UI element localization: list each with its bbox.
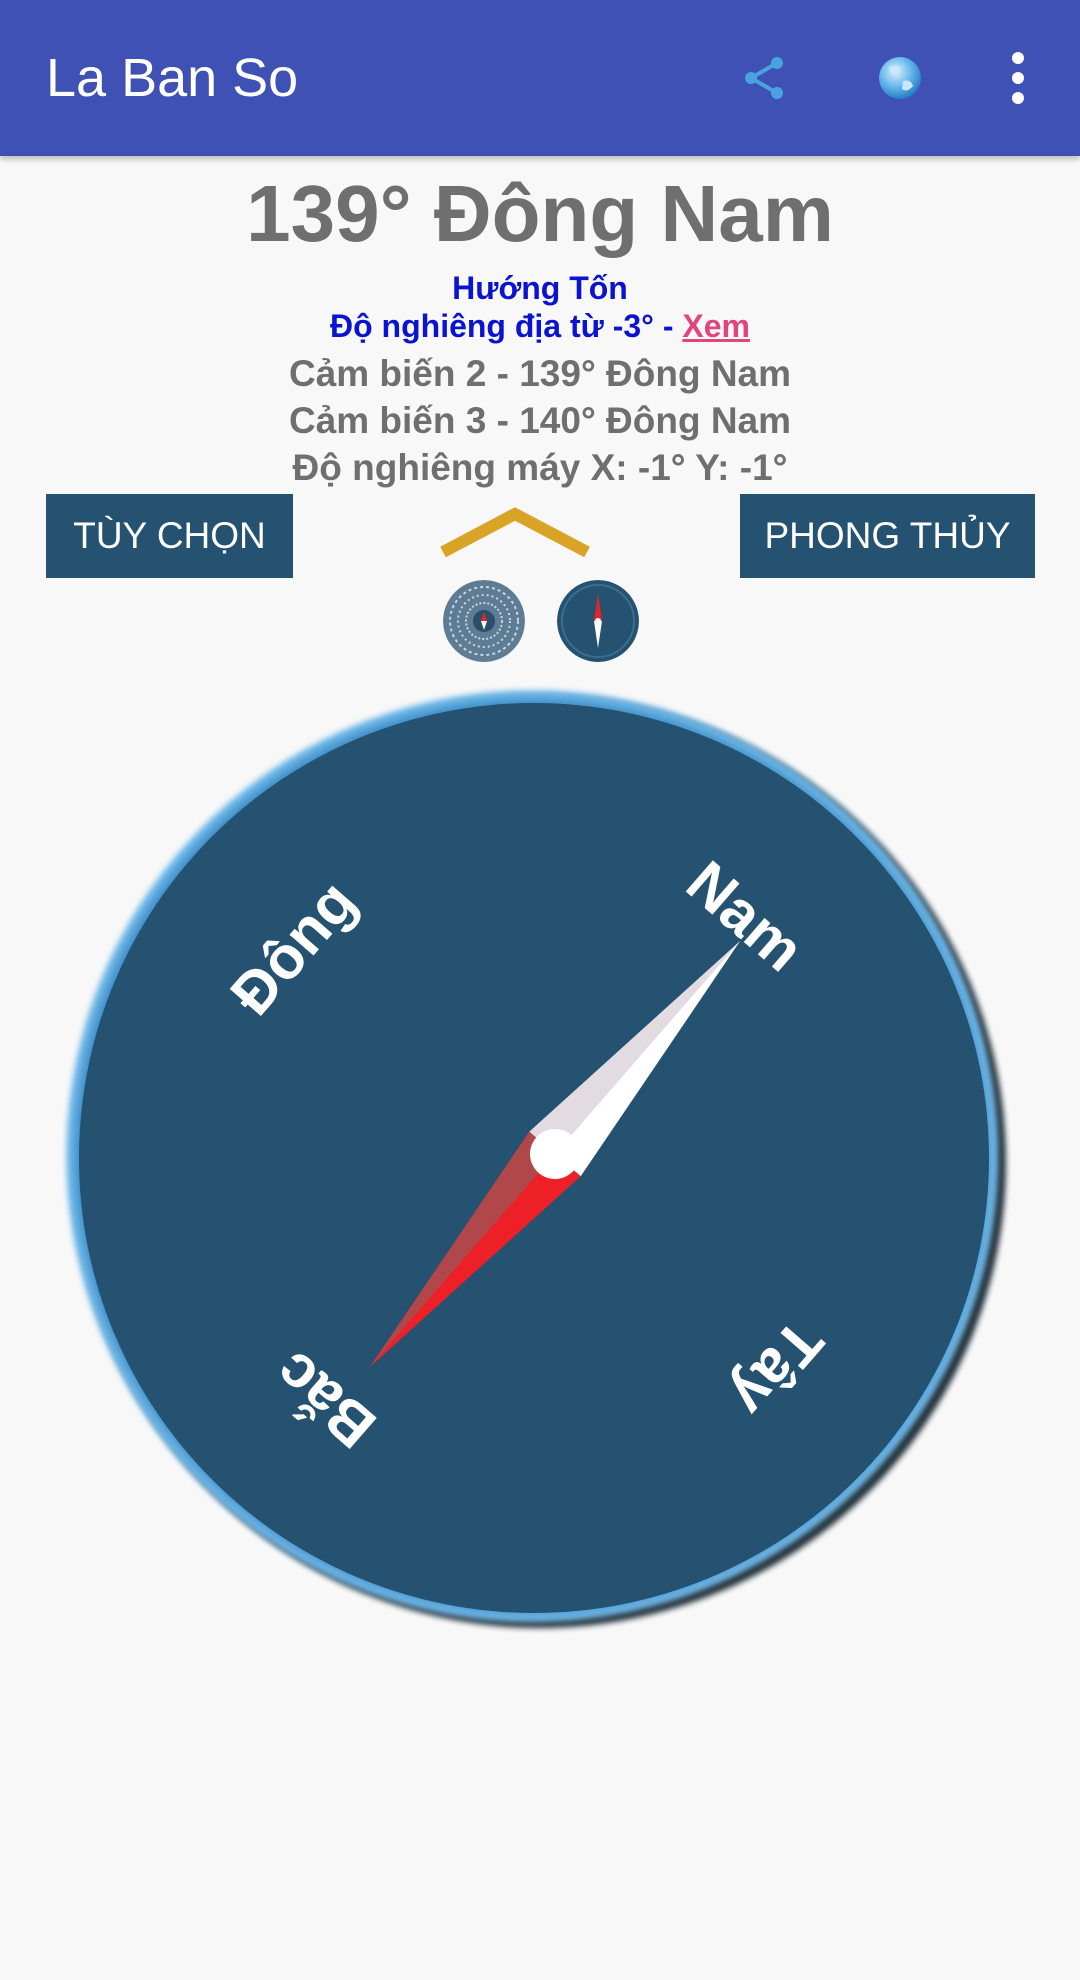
device-tilt-reading: Độ nghiêng máy X: -1° Y: -1° bbox=[292, 447, 788, 488]
app-bar: La Ban So bbox=[0, 0, 1080, 156]
bearing-heading: 139° Đông Nam bbox=[246, 169, 834, 258]
compass-icon bbox=[557, 580, 639, 662]
language-button[interactable] bbox=[862, 40, 938, 116]
compass-dial: Bắc Đông Nam Tây bbox=[66, 690, 1006, 1628]
globe-icon bbox=[879, 57, 921, 99]
declination-text: Độ nghiêng địa từ -3° - bbox=[330, 308, 683, 344]
declination-view-link[interactable]: Xem bbox=[682, 308, 750, 344]
fengshui-compass-mode-button[interactable] bbox=[443, 580, 525, 662]
options-button[interactable]: TÙY CHỌN bbox=[46, 494, 293, 578]
app-title: La Ban So bbox=[46, 48, 299, 108]
sensor-3-reading: Cảm biến 3 - 140° Đông Nam bbox=[288, 400, 792, 441]
more-vert-icon bbox=[1012, 52, 1024, 104]
share-button[interactable] bbox=[726, 40, 802, 116]
declination-line: Độ nghiêng địa từ -3° - Xem bbox=[0, 304, 1080, 348]
fengshui-button[interactable]: PHONG THỦY bbox=[740, 494, 1035, 578]
sensor-2-reading: Cảm biến 2 - 139° Đông Nam bbox=[288, 353, 792, 394]
luopan-icon bbox=[443, 580, 525, 662]
simple-compass-mode-button[interactable] bbox=[557, 580, 639, 662]
overflow-menu-button[interactable] bbox=[980, 40, 1056, 116]
chevron-up-icon[interactable] bbox=[435, 504, 595, 564]
share-icon bbox=[745, 57, 783, 99]
